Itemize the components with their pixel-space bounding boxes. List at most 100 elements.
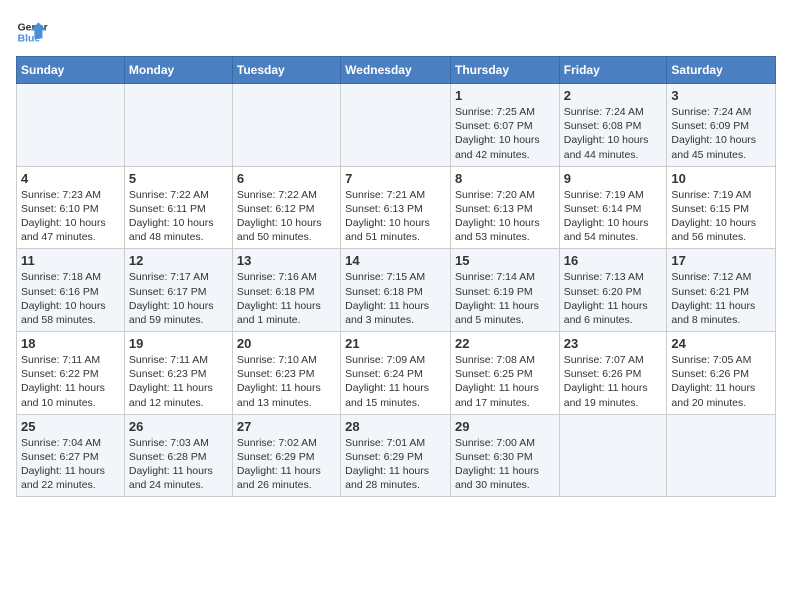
day-info: Sunrise: 7:00 AM Sunset: 6:30 PM Dayligh… xyxy=(455,436,555,493)
day-info: Sunrise: 7:11 AM Sunset: 6:22 PM Dayligh… xyxy=(21,353,120,410)
header-row: SundayMondayTuesdayWednesdayThursdayFrid… xyxy=(17,57,776,84)
day-number: 13 xyxy=(237,253,336,268)
day-info: Sunrise: 7:17 AM Sunset: 6:17 PM Dayligh… xyxy=(129,270,228,327)
day-info: Sunrise: 7:11 AM Sunset: 6:23 PM Dayligh… xyxy=(129,353,228,410)
day-number: 22 xyxy=(455,336,555,351)
day-info: Sunrise: 7:03 AM Sunset: 6:28 PM Dayligh… xyxy=(129,436,228,493)
day-cell: 29 Sunrise: 7:00 AM Sunset: 6:30 PM Dayli… xyxy=(450,414,559,497)
day-number: 23 xyxy=(564,336,663,351)
day-info: Sunrise: 7:20 AM Sunset: 6:13 PM Dayligh… xyxy=(455,188,555,245)
day-number: 3 xyxy=(671,88,771,103)
day-number: 26 xyxy=(129,419,228,434)
day-info: Sunrise: 7:22 AM Sunset: 6:12 PM Dayligh… xyxy=(237,188,336,245)
day-cell: 1 Sunrise: 7:25 AM Sunset: 6:07 PM Daylig… xyxy=(450,84,559,167)
day-info: Sunrise: 7:23 AM Sunset: 6:10 PM Dayligh… xyxy=(21,188,120,245)
day-cell xyxy=(232,84,340,167)
day-cell: 8 Sunrise: 7:20 AM Sunset: 6:13 PM Daylig… xyxy=(450,166,559,249)
day-info: Sunrise: 7:07 AM Sunset: 6:26 PM Dayligh… xyxy=(564,353,663,410)
day-cell: 15Sunrise: 7:14 AM Sunset: 6:19 PM Dayli… xyxy=(450,249,559,332)
day-info: Sunrise: 7:16 AM Sunset: 6:18 PM Dayligh… xyxy=(237,270,336,327)
day-info: Sunrise: 7:02 AM Sunset: 6:29 PM Dayligh… xyxy=(237,436,336,493)
day-cell xyxy=(559,414,667,497)
day-cell: 28 Sunrise: 7:01 AM Sunset: 6:29 PM Dayli… xyxy=(341,414,451,497)
day-cell: 11 Sunrise: 7:18 AM Sunset: 6:16 PM Dayli… xyxy=(17,249,125,332)
day-number: 8 xyxy=(455,171,555,186)
day-info: Sunrise: 7:18 AM Sunset: 6:16 PM Dayligh… xyxy=(21,270,120,327)
col-header-friday: Friday xyxy=(559,57,667,84)
day-cell: 5 Sunrise: 7:22 AM Sunset: 6:11 PM Daylig… xyxy=(124,166,232,249)
day-number: 16 xyxy=(564,253,663,268)
day-info: Sunrise: 7:13 AM Sunset: 6:20 PM Dayligh… xyxy=(564,270,663,327)
logo: General Blue xyxy=(16,16,52,48)
header: General Blue xyxy=(16,16,776,48)
day-cell: 3 Sunrise: 7:24 AM Sunset: 6:09 PM Daylig… xyxy=(667,84,776,167)
col-header-tuesday: Tuesday xyxy=(232,57,340,84)
day-cell: 20 Sunrise: 7:10 AM Sunset: 6:23 PM Dayli… xyxy=(232,332,340,415)
week-row-1: 1 Sunrise: 7:25 AM Sunset: 6:07 PM Daylig… xyxy=(17,84,776,167)
day-cell: 27Sunrise: 7:02 AM Sunset: 6:29 PM Dayli… xyxy=(232,414,340,497)
col-header-saturday: Saturday xyxy=(667,57,776,84)
day-cell: 26 Sunrise: 7:03 AM Sunset: 6:28 PM Dayli… xyxy=(124,414,232,497)
day-number: 7 xyxy=(345,171,446,186)
day-cell: 22 Sunrise: 7:08 AM Sunset: 6:25 PM Dayli… xyxy=(450,332,559,415)
day-number: 12 xyxy=(129,253,228,268)
day-number: 17 xyxy=(671,253,771,268)
day-cell: 17 Sunrise: 7:12 AM Sunset: 6:21 PM Dayli… xyxy=(667,249,776,332)
day-number: 24 xyxy=(671,336,771,351)
day-number: 10 xyxy=(671,171,771,186)
week-row-5: 25Sunrise: 7:04 AM Sunset: 6:27 PM Dayli… xyxy=(17,414,776,497)
day-info: Sunrise: 7:10 AM Sunset: 6:23 PM Dayligh… xyxy=(237,353,336,410)
day-number: 5 xyxy=(129,171,228,186)
day-info: Sunrise: 7:14 AM Sunset: 6:19 PM Dayligh… xyxy=(455,270,555,327)
week-row-2: 4Sunrise: 7:23 AM Sunset: 6:10 PM Daylig… xyxy=(17,166,776,249)
day-cell: 7Sunrise: 7:21 AM Sunset: 6:13 PM Daylig… xyxy=(341,166,451,249)
day-info: Sunrise: 7:19 AM Sunset: 6:14 PM Dayligh… xyxy=(564,188,663,245)
day-cell xyxy=(341,84,451,167)
day-cell: 18 Sunrise: 7:11 AM Sunset: 6:22 PM Dayli… xyxy=(17,332,125,415)
day-cell: 6 Sunrise: 7:22 AM Sunset: 6:12 PM Daylig… xyxy=(232,166,340,249)
day-info: Sunrise: 7:24 AM Sunset: 6:09 PM Dayligh… xyxy=(671,105,771,162)
day-number: 9 xyxy=(564,171,663,186)
day-info: Sunrise: 7:05 AM Sunset: 6:26 PM Dayligh… xyxy=(671,353,771,410)
col-header-wednesday: Wednesday xyxy=(341,57,451,84)
day-info: Sunrise: 7:09 AM Sunset: 6:24 PM Dayligh… xyxy=(345,353,446,410)
calendar-table: SundayMondayTuesdayWednesdayThursdayFrid… xyxy=(16,56,776,497)
day-number: 18 xyxy=(21,336,120,351)
day-info: Sunrise: 7:15 AM Sunset: 6:18 PM Dayligh… xyxy=(345,270,446,327)
logo-icon: General Blue xyxy=(16,16,48,48)
day-info: Sunrise: 7:12 AM Sunset: 6:21 PM Dayligh… xyxy=(671,270,771,327)
col-header-thursday: Thursday xyxy=(450,57,559,84)
col-header-sunday: Sunday xyxy=(17,57,125,84)
day-info: Sunrise: 7:04 AM Sunset: 6:27 PM Dayligh… xyxy=(21,436,120,493)
day-info: Sunrise: 7:25 AM Sunset: 6:07 PM Dayligh… xyxy=(455,105,555,162)
day-info: Sunrise: 7:08 AM Sunset: 6:25 PM Dayligh… xyxy=(455,353,555,410)
day-cell: 19 Sunrise: 7:11 AM Sunset: 6:23 PM Dayli… xyxy=(124,332,232,415)
day-number: 1 xyxy=(455,88,555,103)
day-number: 2 xyxy=(564,88,663,103)
day-cell xyxy=(667,414,776,497)
day-cell: 14 Sunrise: 7:15 AM Sunset: 6:18 PM Dayli… xyxy=(341,249,451,332)
day-number: 28 xyxy=(345,419,446,434)
day-cell: 4Sunrise: 7:23 AM Sunset: 6:10 PM Daylig… xyxy=(17,166,125,249)
day-cell xyxy=(124,84,232,167)
day-cell xyxy=(17,84,125,167)
day-cell: 9 Sunrise: 7:19 AM Sunset: 6:14 PM Daylig… xyxy=(559,166,667,249)
day-number: 21 xyxy=(345,336,446,351)
day-number: 19 xyxy=(129,336,228,351)
col-header-monday: Monday xyxy=(124,57,232,84)
day-number: 14 xyxy=(345,253,446,268)
day-info: Sunrise: 7:19 AM Sunset: 6:15 PM Dayligh… xyxy=(671,188,771,245)
day-cell: 25Sunrise: 7:04 AM Sunset: 6:27 PM Dayli… xyxy=(17,414,125,497)
day-number: 11 xyxy=(21,253,120,268)
day-info: Sunrise: 7:01 AM Sunset: 6:29 PM Dayligh… xyxy=(345,436,446,493)
week-row-4: 18 Sunrise: 7:11 AM Sunset: 6:22 PM Dayli… xyxy=(17,332,776,415)
day-cell: 16 Sunrise: 7:13 AM Sunset: 6:20 PM Dayli… xyxy=(559,249,667,332)
day-info: Sunrise: 7:22 AM Sunset: 6:11 PM Dayligh… xyxy=(129,188,228,245)
day-number: 20 xyxy=(237,336,336,351)
day-cell: 2Sunrise: 7:24 AM Sunset: 6:08 PM Daylig… xyxy=(559,84,667,167)
day-number: 6 xyxy=(237,171,336,186)
day-cell: 24 Sunrise: 7:05 AM Sunset: 6:26 PM Dayli… xyxy=(667,332,776,415)
day-cell: 12 Sunrise: 7:17 AM Sunset: 6:17 PM Dayli… xyxy=(124,249,232,332)
week-row-3: 11 Sunrise: 7:18 AM Sunset: 6:16 PM Dayli… xyxy=(17,249,776,332)
day-number: 29 xyxy=(455,419,555,434)
